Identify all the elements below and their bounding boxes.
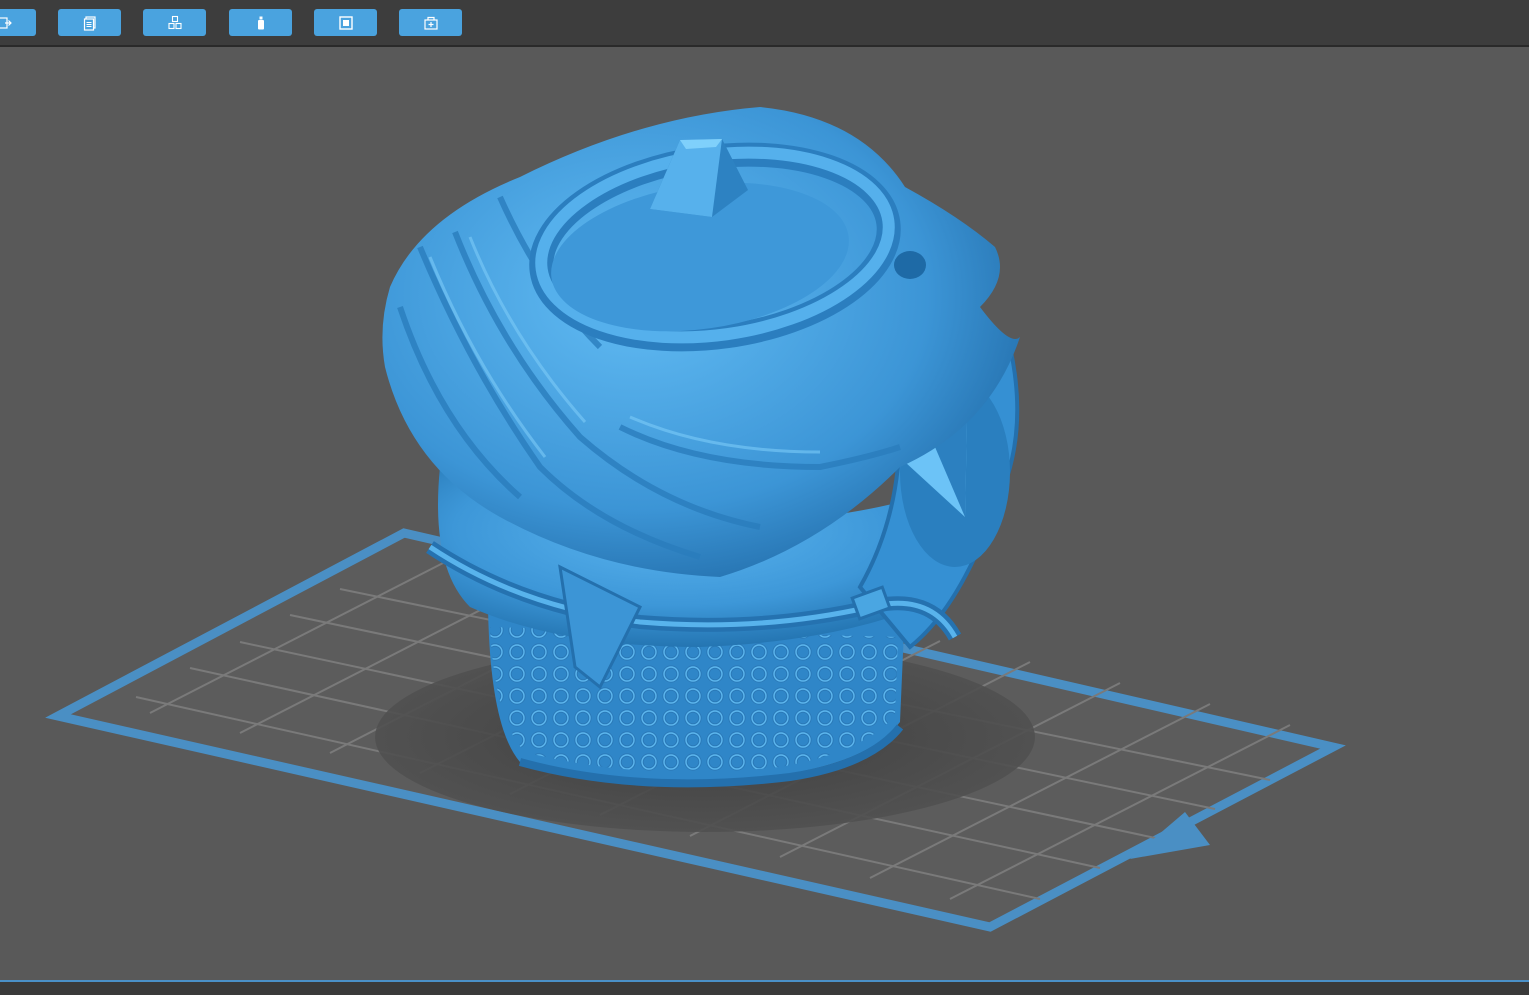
cubes-icon <box>167 15 182 29</box>
support-button[interactable] <box>229 9 292 36</box>
3d-viewport[interactable] <box>0 47 1529 980</box>
arrange-button[interactable] <box>143 9 206 36</box>
square-icon <box>338 15 353 30</box>
export-button[interactable] <box>0 9 36 36</box>
scene <box>45 107 1346 932</box>
pages-icon <box>83 15 96 31</box>
top-toolbar <box>0 0 1529 47</box>
add-model-button[interactable] <box>399 9 462 36</box>
box-plus-icon <box>423 16 438 30</box>
hollow-button[interactable] <box>314 9 377 36</box>
export-icon <box>0 16 12 29</box>
layers-button[interactable] <box>58 9 121 36</box>
bottle-icon <box>257 16 264 29</box>
